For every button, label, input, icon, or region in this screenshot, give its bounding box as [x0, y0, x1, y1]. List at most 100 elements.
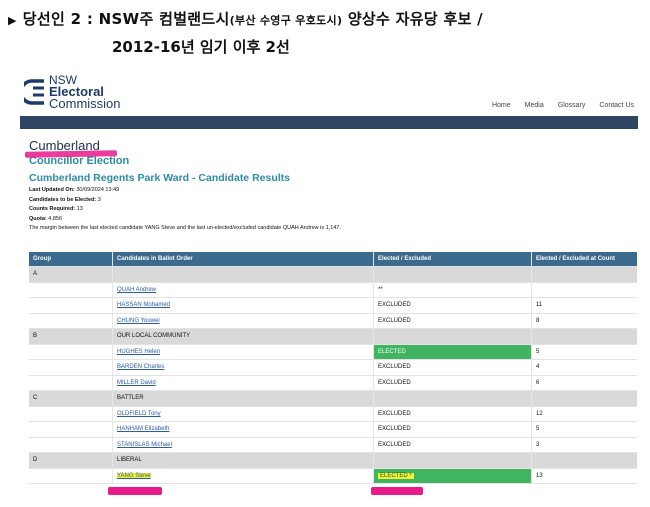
results-summary: Cumberland Councillor Election Cumberlan…	[29, 138, 637, 234]
page-title: Cumberland	[29, 138, 100, 153]
candidate-cell: QUAH Andrew	[113, 282, 374, 297]
last-updated: Last Updated On: 30/09/2024 13:49	[29, 186, 637, 196]
site-header: NSW Electoral Commission Home Media Glos…	[20, 72, 640, 116]
status-cell: EXCLUDED	[374, 375, 532, 390]
candidate-link[interactable]: OLDFIELD Tony	[117, 411, 161, 417]
candidate-link[interactable]: STANISLAS Michael	[117, 442, 172, 448]
group-letter: D	[29, 453, 113, 468]
group-status-cell	[374, 391, 532, 406]
group-cell	[29, 406, 113, 421]
logo-text: NSW Electoral Commission	[49, 74, 121, 110]
count-cell: 5	[536, 426, 540, 433]
group-cell	[29, 437, 113, 452]
header-group: Group	[29, 252, 113, 266]
candidate-link[interactable]: MILLER David	[117, 380, 156, 386]
table-row-group: D LIBERAL	[29, 453, 637, 469]
triangle-bullet-icon: ▶	[8, 14, 17, 27]
candidate-link-highlighted[interactable]: YANG Steve	[117, 472, 151, 479]
candidate-cell: CHUNG Youwei	[113, 313, 374, 328]
pink-underline-annotation-elected	[371, 487, 423, 495]
status-cell-elected: ELECTED	[374, 344, 532, 359]
candidate-cell: OLDFIELD Tony	[113, 406, 374, 421]
quota-label: Quota:	[29, 215, 47, 222]
table-row: QUAH Andrew **	[29, 282, 637, 298]
group-cell	[29, 422, 113, 437]
group-name: OUR LOCAL COMMUNITY	[113, 329, 374, 344]
group-count-cell	[532, 453, 637, 468]
group-status-cell	[374, 329, 532, 344]
counts-required: Counts Required: 13	[29, 205, 637, 215]
candidate-link[interactable]: QUAH Andrew	[117, 287, 156, 293]
count-cell: 4	[536, 364, 540, 371]
nav-home[interactable]: Home	[492, 102, 511, 109]
candidates-to-elect: Candidates to be Elected: 3	[29, 196, 637, 206]
group-count-cell	[532, 391, 637, 406]
group-name: LIBERAL	[113, 453, 374, 468]
candidate-cell: HASSAN Mohamed	[113, 298, 374, 313]
last-updated-label: Last Updated On:	[29, 187, 75, 193]
count-cell: 11	[536, 302, 543, 309]
header-at-count: Elected / Excluded at Count	[536, 256, 616, 262]
count-cell: 13	[536, 472, 543, 479]
nav-glossary[interactable]: Glossary	[558, 102, 586, 109]
candidate-cell: YANG Steve	[113, 468, 374, 483]
group-status-cell	[374, 453, 532, 468]
counts-value: 13	[76, 206, 83, 212]
group-status-cell	[374, 267, 532, 282]
group-cell	[29, 282, 113, 297]
nsw-electoral-commission-logo[interactable]: NSW Electoral Commission	[24, 74, 121, 110]
candidate-link[interactable]: HUGHES Helen	[117, 349, 160, 355]
status-cell: EXCLUDED	[374, 360, 532, 375]
group-cell	[29, 313, 113, 328]
status-cell: EXCLUDED	[374, 422, 532, 437]
logo-line-3: Commission	[49, 96, 121, 111]
candidate-link[interactable]: HASSAN Mohamed	[117, 302, 170, 308]
caption-line-2: 2012-16년 임기 이후 2선	[112, 38, 290, 56]
count-cell: 6	[536, 379, 540, 386]
table-row: HANHAM Elizabeth EXCLUDED 5	[29, 422, 637, 438]
count-cell: 5	[536, 348, 540, 355]
candidate-link[interactable]: HANHAM Elizabeth	[117, 426, 169, 432]
elected-status-highlighted: ELECTED *	[378, 472, 414, 479]
candidates-value: 3	[97, 196, 101, 203]
count-cell: 12	[536, 410, 543, 417]
table-row-group: B OUR LOCAL COMMUNITY	[29, 329, 637, 345]
nav-contact-us[interactable]: Contact Us	[599, 102, 634, 109]
table-row: YANG Steve ELECTED * 13	[29, 468, 637, 484]
candidate-link[interactable]: BARDEN Charles	[117, 364, 164, 370]
count-cell: 3	[536, 441, 540, 448]
header-candidates: Candidates in Ballot Order	[113, 252, 374, 266]
table-header: Group Candidates in Ballot Order Elected…	[29, 252, 637, 267]
group-name: BATTLER	[113, 391, 374, 406]
candidate-cell: HUGHES Helen	[113, 344, 374, 359]
ward-title: Cumberland Regents Park Ward - Candidate…	[29, 172, 290, 184]
logo-e-icon	[24, 79, 44, 105]
results-table: Group Candidates in Ballot Order Elected…	[29, 252, 637, 484]
status-cell: EXCLUDED	[374, 313, 532, 328]
quota-value: 4,856	[48, 215, 63, 222]
group-name	[113, 267, 374, 282]
nav-media[interactable]: Media	[525, 102, 544, 109]
table-row: OLDFIELD Tony EXCLUDED 12	[29, 406, 637, 422]
caption-main: 당선인 2 : NSW주 컴벌랜드시	[22, 10, 230, 28]
status-cell: EXCLUDED	[374, 406, 532, 421]
candidate-link[interactable]: CHUNG Youwei	[117, 318, 160, 324]
candidate-cell: HANHAM Elizabeth	[113, 422, 374, 437]
caption-line-1: ▶ 당선인 2 : NSW주 컴벌랜드시(부산 수영구 우호도시) 양상수 자유당…	[8, 6, 648, 34]
count-cell	[532, 283, 637, 298]
election-subtitle: Councillor Election	[29, 155, 130, 167]
group-cell	[29, 344, 113, 359]
count-cell: 8	[536, 317, 540, 324]
quota: Quota: 4,856	[29, 215, 637, 225]
group-letter: B	[29, 329, 113, 344]
caption-small: (부산 수영구 우호도시)	[229, 14, 343, 27]
status-cell: **	[374, 282, 532, 297]
table-row: HUGHES Helen ELECTED 5	[29, 344, 637, 360]
group-count-cell	[532, 329, 637, 344]
group-cell	[29, 360, 113, 375]
table-row: STANISLAS Michael EXCLUDED 3	[29, 437, 637, 453]
candidate-cell: BARDEN Charles	[113, 360, 374, 375]
candidate-cell: STANISLAS Michael	[113, 437, 374, 452]
table-row-group: C BATTLER	[29, 391, 637, 407]
table-row: HASSAN Mohamed EXCLUDED 11	[29, 298, 637, 314]
